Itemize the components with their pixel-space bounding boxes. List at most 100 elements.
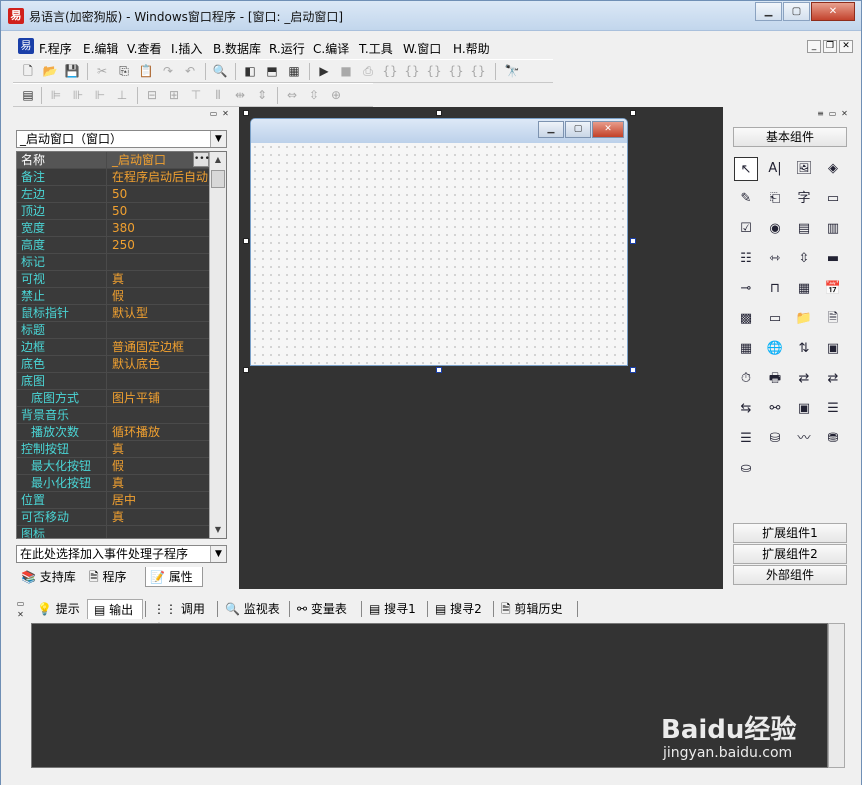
text-tool-icon[interactable]: 字 [792,187,816,211]
tab-watch[interactable]: 🔍 监视表 [219,599,287,619]
property-row[interactable]: 最小化按钮真 [17,475,209,492]
scroll-thumb[interactable] [211,170,225,188]
client-tool-icon[interactable]: ⇄ [821,367,845,391]
property-value[interactable]: 真 [109,509,209,525]
panel-restore-button[interactable]: ▭ [15,599,26,609]
color-picker-tool-icon[interactable]: ▦ [734,337,758,361]
property-row[interactable]: 控制按钮真 [17,441,209,458]
basic-components-button[interactable]: 基本组件 [733,127,847,147]
property-row[interactable]: 底图 [17,373,209,390]
cut-icon[interactable]: ✂ [93,63,111,80]
server-tool-icon[interactable]: ⇆ [734,397,758,421]
designed-form[interactable]: ▁ ▢ ✕ [250,118,628,366]
rich-edit-tool-icon[interactable]: ⎗ [763,187,787,211]
property-value[interactable] [109,407,209,423]
menu-help[interactable]: H.帮助 [453,40,490,57]
property-scrollbar[interactable]: ▲ ▼ [209,152,226,538]
menu-compile[interactable]: C.编译 [313,40,349,57]
property-row[interactable]: 底图方式 图片平铺 [17,390,209,407]
property-row[interactable]: 最大化按钮假 [17,458,209,475]
scroll-up-icon[interactable]: ▲ [210,152,226,168]
step-over-icon[interactable]: {} [381,63,399,80]
property-row[interactable]: 标记 [17,254,209,271]
tab-output[interactable]: ▤ 输出 [87,599,143,619]
shape-tool-icon[interactable]: ◈ [821,157,845,181]
align-bottom-icon[interactable]: ⊞ [165,87,183,104]
property-row[interactable]: 标题 [17,322,209,339]
tab-search2[interactable]: ▤ 搜寻2 [429,599,491,619]
redo-icon[interactable]: ↷ [159,63,177,80]
tab-variables[interactable]: ⚯ 变量表 [291,599,359,619]
ellipsis-button[interactable]: ••• [193,152,210,167]
pointer-tool-icon[interactable]: ↖ [734,157,758,181]
checkbox-tool-icon[interactable]: ☑ [734,217,758,241]
menu-program[interactable]: F.程序 [39,40,72,57]
close-button[interactable]: ✕ [811,2,855,21]
resize-handle-ne[interactable] [630,110,636,116]
odbc-database-tool-icon[interactable]: ⛃ [821,427,845,451]
layout-full-icon[interactable]: ▦ [285,63,303,80]
checklist-tool-icon[interactable]: ☷ [734,247,758,271]
chevron-down-icon[interactable]: ▼ [210,546,226,562]
button-tool-icon[interactable]: ▭ [821,187,845,211]
resize-handle-sw[interactable] [243,367,249,373]
tab-support-library[interactable]: 📚 支持库 [17,567,83,587]
paste-icon[interactable]: 📋 [137,63,155,80]
property-value[interactable]: 真 [109,271,209,287]
status-bar-tool-icon[interactable]: ▭ [763,307,787,331]
property-row[interactable]: 底色 默认底色 [17,356,209,373]
edit-box-tool-icon[interactable]: ✎ [734,187,758,211]
menu-database[interactable]: B.数据库 [213,40,261,57]
grid-icon[interactable]: ▤ [19,87,37,104]
menu-edit[interactable]: E.编辑 [83,40,118,57]
layout-top-icon[interactable]: ⬒ [263,63,281,80]
tab-control-tool-icon[interactable]: ⊓ [763,277,787,301]
stop-icon[interactable]: ■ [337,63,355,80]
property-value[interactable]: 真 [109,441,209,457]
menu-run[interactable]: R.运行 [269,40,305,57]
data-report-tool-icon[interactable]: ⇄ [792,367,816,391]
panel-menu-button[interactable]: ≡ [815,109,826,119]
property-value[interactable] [109,322,209,338]
same-height-icon[interactable]: ⫴ [209,87,227,104]
hyperlink-tool-icon[interactable]: 🌐 [763,337,787,361]
printer-tool-icon[interactable]: 🖶 [763,367,787,391]
property-row[interactable]: 禁止假 [17,288,209,305]
property-value[interactable]: 在程序启动后自动 [109,169,209,185]
tab-search1[interactable]: ▤ 搜寻1 [363,599,425,619]
mdi-restore-button[interactable]: ❐ [823,40,837,53]
resize-handle-s[interactable] [436,367,442,373]
output-scrollbar[interactable] [828,623,845,768]
property-value[interactable]: 默认底色 [109,356,209,372]
property-value[interactable]: 循环播放 [109,424,209,440]
align-right-icon[interactable]: ⊩ [91,87,109,104]
outline-tool-icon[interactable]: ▣ [792,397,816,421]
align-top-icon[interactable]: ⊥ [113,87,131,104]
hscroll-tool-icon[interactable]: ⇿ [763,247,787,271]
combobox-tool-icon[interactable]: ▤ [792,217,816,241]
align-left-icon[interactable]: ⊫ [47,87,65,104]
property-row[interactable]: 高度 250 [17,237,209,254]
property-value[interactable]: 假 [109,288,209,304]
property-row[interactable]: 名称 _启动窗口 ••• [17,152,210,169]
tab-hint[interactable]: 💡 提示 [31,599,85,619]
save-icon[interactable]: 💾 [63,63,81,80]
run-to-cursor-icon[interactable]: {} [425,63,443,80]
property-value[interactable]: 250 [109,237,209,253]
file-box-tool-icon[interactable]: 🗎 [821,307,845,331]
undo-icon[interactable]: ↶ [181,63,199,80]
dir-box-tool-icon[interactable]: 📁 [792,307,816,331]
property-value[interactable]: 真 [109,475,209,491]
layout-left-icon[interactable]: ◧ [241,63,259,80]
port-tool-icon[interactable]: ⚯ [763,397,787,421]
center-v-icon[interactable]: ⇳ [305,87,323,104]
property-row[interactable]: 背景音乐 [17,407,209,424]
property-value[interactable] [109,254,209,270]
mdi-minimize-button[interactable]: _ [807,40,821,53]
property-value[interactable]: 居中 [109,492,209,508]
mdi-close-button[interactable]: ✕ [839,40,853,53]
resize-handle-nw[interactable] [243,110,249,116]
extended-components-2-button[interactable]: 扩展组件2 [733,544,847,564]
align-middle-icon[interactable]: ⊟ [143,87,161,104]
property-row[interactable]: 备注 在程序启动后自动 [17,169,209,186]
